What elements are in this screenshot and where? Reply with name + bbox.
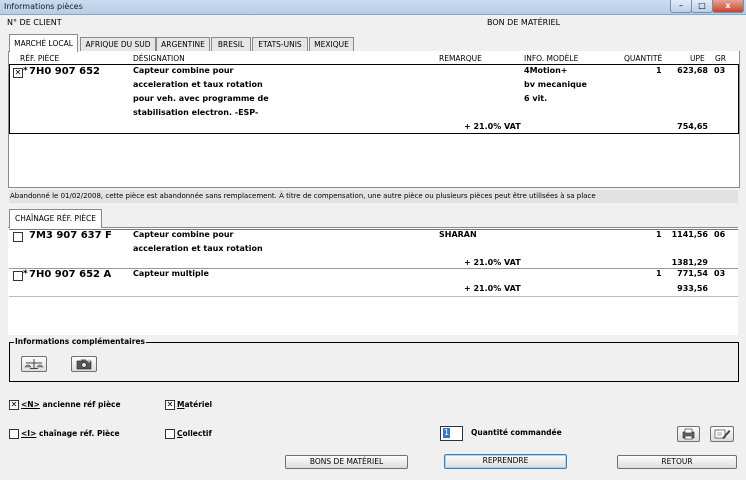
chain-part-1-vat-label: + 21.0% VAT xyxy=(464,258,521,267)
col-header-upe: UPE xyxy=(690,54,705,63)
info-pieces-window: Informations pièces – □ x N° DE CLIENT B… xyxy=(0,0,746,480)
main-part-quantity: 1 xyxy=(656,66,662,75)
info-comp-legend: Informations complémentaires xyxy=(14,337,146,346)
chain-ref-checkbox[interactable] xyxy=(9,429,19,439)
maximize-button[interactable]: □ xyxy=(691,0,713,13)
chain-part-1-quantity: 1 xyxy=(656,230,662,239)
scale-icon xyxy=(24,359,44,369)
main-part-vat-label: + 21.0% VAT xyxy=(464,122,521,131)
main-part-mark: * xyxy=(23,66,28,76)
chain-part-1-designation-2: acceleration et taux rotation xyxy=(133,244,263,253)
main-part-model-1: 4Motion+ xyxy=(524,66,568,75)
printer-icon xyxy=(682,428,695,440)
reprendre-button[interactable]: REPRENDRE xyxy=(444,454,567,469)
chain-part-1-vat-total: 1381,29 xyxy=(671,258,708,267)
selected-part-row[interactable] xyxy=(9,64,739,134)
chain-part-1-upe: 1141,56 xyxy=(671,230,708,239)
tab-mexique[interactable]: MEXIQUE xyxy=(309,37,354,52)
chain-part-2-gr: 03 xyxy=(714,269,726,278)
tab-etats-unis[interactable]: ETATS-UNIS xyxy=(252,37,308,52)
main-part-gr: 03 xyxy=(714,66,726,75)
close-button[interactable]: x xyxy=(712,0,744,13)
main-part-ref: 7H0 907 652 xyxy=(29,66,100,77)
col-header-designation: DÉSIGNATION xyxy=(133,54,185,63)
col-header-model-info: INFO. MODÈLE xyxy=(524,54,579,63)
chain-row-2-bottom-border xyxy=(9,296,738,297)
main-part-designation-4: stabilisation electron. -ESP- xyxy=(133,108,259,117)
notice-bar: Abandonné le 01/02/2008, cette pièce est… xyxy=(9,190,738,203)
chain-row-2-top-border xyxy=(9,268,738,269)
materiel-label: Matériel xyxy=(177,400,213,409)
old-ref-label: <N> ancienne réf pièce xyxy=(21,400,121,409)
camera-icon xyxy=(76,359,92,370)
chain-part-1-ref: 7M3 907 637 F xyxy=(29,230,112,241)
minimize-button[interactable]: – xyxy=(670,0,692,13)
chain-part-2-quantity: 1 xyxy=(656,269,662,278)
chain-part-1-remark: SHARAN xyxy=(439,230,477,239)
chain-part-2-ref: 7H0 907 652 A xyxy=(29,269,112,280)
col-header-quantity: QUANTITÉ xyxy=(624,54,663,63)
main-part-model-2: bv mecanique xyxy=(524,80,587,89)
chain-part-2-designation-1: Capteur multiple xyxy=(133,269,209,278)
main-part-designation-2: acceleration et taux rotation xyxy=(133,80,263,89)
collectif-label: Collectif xyxy=(177,429,212,438)
camera-icon-button[interactable] xyxy=(71,356,97,372)
chain-part-1-designation-1: Capteur combine pour xyxy=(133,230,234,239)
quantity-input[interactable]: 1 xyxy=(440,426,463,441)
chain-row-1-top-border xyxy=(9,229,738,230)
main-part-designation-1: Capteur combine pour xyxy=(133,66,234,75)
notice-text: Abandonné le 01/02/2008, cette pièce est… xyxy=(10,192,596,200)
collectif-checkbox[interactable] xyxy=(165,429,175,439)
chain-part-2-vat-label: + 21.0% VAT xyxy=(464,284,521,293)
quantity-label: Quantité commandée xyxy=(471,428,562,437)
main-part-model-3: 6 vit. xyxy=(524,94,548,103)
chain-part-2-checkbox[interactable] xyxy=(13,271,23,281)
tab-marche-local[interactable]: MARCHÉ LOCAL xyxy=(9,34,78,52)
quantity-value: 1 xyxy=(443,428,451,438)
print-button[interactable] xyxy=(677,426,700,442)
title-bar[interactable]: Informations pièces – □ x xyxy=(0,0,746,15)
tab-argentine[interactable]: ARGENTINE xyxy=(156,37,210,52)
scale-icon-button[interactable] xyxy=(21,356,47,372)
main-part-vat-total: 754,65 xyxy=(677,122,708,131)
main-part-upe: 623,68 xyxy=(677,66,708,75)
chain-part-1-gr: 06 xyxy=(714,230,726,239)
materiel-checkbox[interactable]: ✕ xyxy=(165,400,175,410)
main-part-designation-3: pour veh. avec programme de xyxy=(133,94,269,103)
retour-button[interactable]: RETOUR xyxy=(617,455,737,469)
col-header-gr: GR xyxy=(715,54,727,63)
chain-part-2-mark: * xyxy=(23,269,28,279)
info-comp-group xyxy=(9,342,739,382)
col-header-ref: RÉF. PIÈCE xyxy=(20,54,60,63)
main-part-checkbox[interactable]: ✕ xyxy=(13,68,23,78)
tab-chainage-ref[interactable]: CHAÎNAGE RÉF. PIÈCE xyxy=(9,209,102,228)
client-number-label: N° DE CLIENT xyxy=(7,18,62,27)
chain-part-2-upe: 771,54 xyxy=(677,269,708,278)
material-label: BON DE MATÉRIEL xyxy=(487,18,561,27)
edit-button[interactable] xyxy=(710,426,734,442)
old-ref-checkbox[interactable]: ✕ xyxy=(9,400,19,410)
bons-materiel-button[interactable]: BONS DE MATÉRIEL xyxy=(285,455,408,469)
chain-part-2-vat-total: 933,56 xyxy=(677,284,708,293)
window-title: Informations pièces xyxy=(4,2,83,11)
tab-bresil[interactable]: BRESIL xyxy=(211,37,251,52)
chain-part-1-checkbox[interactable] xyxy=(13,232,23,242)
chain-parts-panel xyxy=(8,227,738,335)
tab-afrique-du-sud[interactable]: AFRIQUE DU SUD xyxy=(80,37,156,52)
edit-pencil-icon xyxy=(714,429,731,439)
col-header-remark: REMARQUE xyxy=(439,54,482,63)
chain-ref-label: <I> chaînage réf. Pièce xyxy=(21,429,120,438)
